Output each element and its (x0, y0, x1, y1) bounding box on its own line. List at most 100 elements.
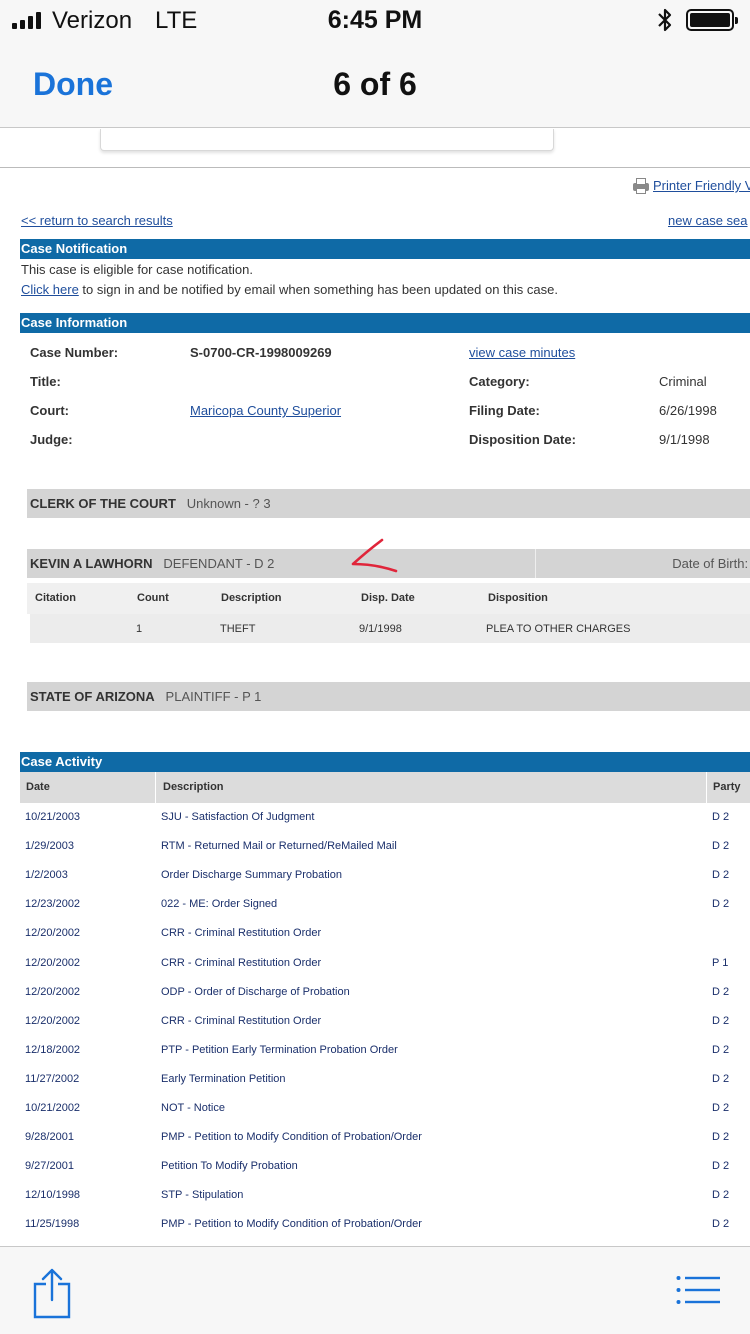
activity-col-party: Party (713, 781, 741, 793)
printer-icon (632, 177, 650, 194)
page-title: 6 of 6 (333, 66, 417, 102)
activity-party: D 2 (712, 1189, 730, 1202)
bottom-toolbar (0, 1246, 750, 1334)
case-number-label: Case Number: (30, 345, 119, 360)
activity-party: D 2 (712, 1160, 730, 1173)
activity-party: D 2 (712, 811, 730, 823)
activity-description: PTP - Petition Early Termination Probati… (161, 1043, 398, 1056)
activity-date: 11/27/2002 (25, 1072, 80, 1085)
document-viewer[interactable]: Printer Friendly V << return to search r… (0, 129, 750, 1246)
activity-row: 11/27/2002 Early Termination Petition D 2 (20, 1065, 750, 1094)
printer-friendly[interactable]: Printer Friendly V (632, 177, 750, 194)
col-citation: Citation (35, 592, 76, 604)
cut-off-heading (14, 159, 114, 167)
category-label: Category: (469, 374, 530, 389)
defendant-name: KEVIN A LAWHORN (30, 556, 153, 571)
col-disposition: Disposition (488, 592, 548, 604)
activity-row: 12/10/1998 STP - Stipulation D 2 (20, 1181, 750, 1210)
click-here-link[interactable]: Click here (21, 282, 79, 297)
activity-row: 9/28/2001 PMP - Petition to Modify Condit… (20, 1123, 750, 1152)
citation-count: 1 (136, 623, 143, 635)
citation-disposition: PLEA TO OTHER CHARGES (486, 623, 631, 635)
court-link[interactable]: Maricopa County Superior (190, 403, 341, 418)
activity-row: 12/18/2002 PTP - Petition Early Terminati… (20, 1036, 750, 1065)
activity-date: 12/10/1998 (25, 1189, 81, 1202)
clerk-role: Unknown - ? 3 (186, 496, 271, 511)
activity-description: STP - Stipulation (161, 1189, 244, 1202)
activity-row: 10/21/2003 SJU - Satisfaction Of Judgment… (20, 803, 750, 832)
previous-page-edge (100, 129, 554, 151)
nav-bar: Done 6 of 6 (0, 40, 750, 128)
new-case-search-link[interactable]: new case sea (668, 213, 748, 228)
activity-date: 12/20/2002 (25, 1014, 81, 1027)
disposition-date-value: 9/1/1998 (659, 432, 710, 447)
activity-date: 10/21/2003 (25, 811, 81, 823)
notification-signin-rest: to sign in and be notified by email when… (78, 282, 558, 297)
col-description: Description (221, 592, 282, 604)
status-time: 6:45 PM (327, 6, 423, 34)
citation-disp-date: 9/1/1998 (359, 623, 402, 635)
activity-date: 1/2/2003 (25, 869, 68, 882)
divider (0, 167, 750, 168)
activity-party: P 1 (712, 956, 729, 969)
defendant-role: DEFENDANT - D 2 (163, 556, 275, 571)
activity-row: 12/20/2002 CRR - Criminal Restitution Ord… (20, 1007, 750, 1036)
activity-date: 12/23/2002 (25, 898, 81, 911)
activity-party: D 2 (712, 1014, 730, 1027)
clerk-party-bar: CLERK OF THE COURT Unknown - ? 3 (27, 489, 750, 518)
activity-description: ODP - Order of Discharge of Probation (161, 985, 350, 998)
col-disp-date: Disp. Date (361, 592, 415, 604)
activity-row: 12/20/2002 ODP - Order of Discharge of Pr… (20, 978, 750, 1007)
date-of-birth: Date of Birth: 02/1 (535, 549, 750, 578)
title-label: Title: (30, 374, 61, 389)
case-notification-header: Case Notification (20, 239, 750, 259)
activity-description: PMP - Petition to Modify Condition of Pr… (161, 1131, 422, 1144)
activity-description: PMP - Petition to Modify Condition of Pr… (161, 1218, 422, 1231)
case-information-header: Case Information (20, 313, 750, 333)
col-count: Count (137, 592, 169, 604)
status-bar: Verizon LTE 6:45 PM (0, 0, 750, 40)
category-value: Criminal (659, 374, 707, 389)
return-to-search-link[interactable]: << return to search results (21, 213, 173, 228)
activity-date: 10/21/2002 (25, 1102, 81, 1114)
activity-description: CRR - Criminal Restitution Order (161, 927, 322, 940)
activity-date: 9/28/2001 (25, 1131, 74, 1144)
plaintiff-role: PLAINTIFF - P 1 (165, 689, 262, 704)
activity-description: CRR - Criminal Restitution Order (161, 1014, 322, 1027)
activity-description: CRR - Criminal Restitution Order (161, 956, 322, 969)
activity-description: Petition To Modify Probation (161, 1160, 298, 1173)
citation-description: THEFT (220, 623, 256, 635)
activity-party: D 2 (712, 1102, 730, 1114)
battery-icon (686, 9, 738, 31)
activity-row: 9/27/2001 Petition To Modify Probation D 2 (20, 1152, 750, 1181)
activity-row: 10/21/2002 NOT - Notice D 2 (20, 1094, 750, 1123)
case-number-value: S-0700-CR-1998009269 (190, 345, 332, 360)
activity-party: D 2 (712, 985, 730, 998)
activity-row: 1/29/2003 RTM - Returned Mail or Returned… (20, 832, 750, 861)
share-icon[interactable] (32, 1267, 72, 1319)
activity-date: 12/18/2002 (25, 1043, 81, 1056)
activity-date: 1/29/2003 (25, 840, 74, 853)
filing-date-label: Filing Date: (469, 403, 540, 418)
judge-label: Judge: (30, 432, 73, 447)
activity-date: 9/27/2001 (25, 1160, 74, 1173)
case-activity-header: Case Activity (20, 752, 750, 772)
printer-friendly-link[interactable]: Printer Friendly V (653, 178, 750, 193)
activity-table-header (20, 772, 750, 803)
handwritten-mark (351, 538, 398, 573)
activity-description: Early Termination Petition (161, 1072, 286, 1085)
clerk-name: CLERK OF THE COURT (30, 496, 176, 511)
activity-party: D 2 (712, 869, 730, 882)
activity-party: D 2 (712, 1218, 730, 1231)
filing-date-value: 6/26/1998 (659, 403, 717, 418)
activity-row: 12/20/2002 CRR - Criminal Restitution Ord… (20, 949, 750, 978)
activity-party: D 2 (712, 898, 730, 911)
view-case-minutes-link[interactable]: view case minutes (469, 345, 575, 360)
activity-description: NOT - Notice (161, 1102, 225, 1114)
activity-row: 1/2/2003 Order Discharge Summary Probatio… (20, 861, 750, 890)
activity-party: D 2 (712, 1131, 730, 1144)
notification-signin-text: Click here to sign in and be notified by… (21, 282, 558, 297)
activity-date: 12/20/2002 (25, 927, 81, 940)
list-icon[interactable] (676, 1275, 720, 1305)
plaintiff-party-bar: STATE OF ARIZONA PLAINTIFF - P 1 (27, 682, 750, 711)
